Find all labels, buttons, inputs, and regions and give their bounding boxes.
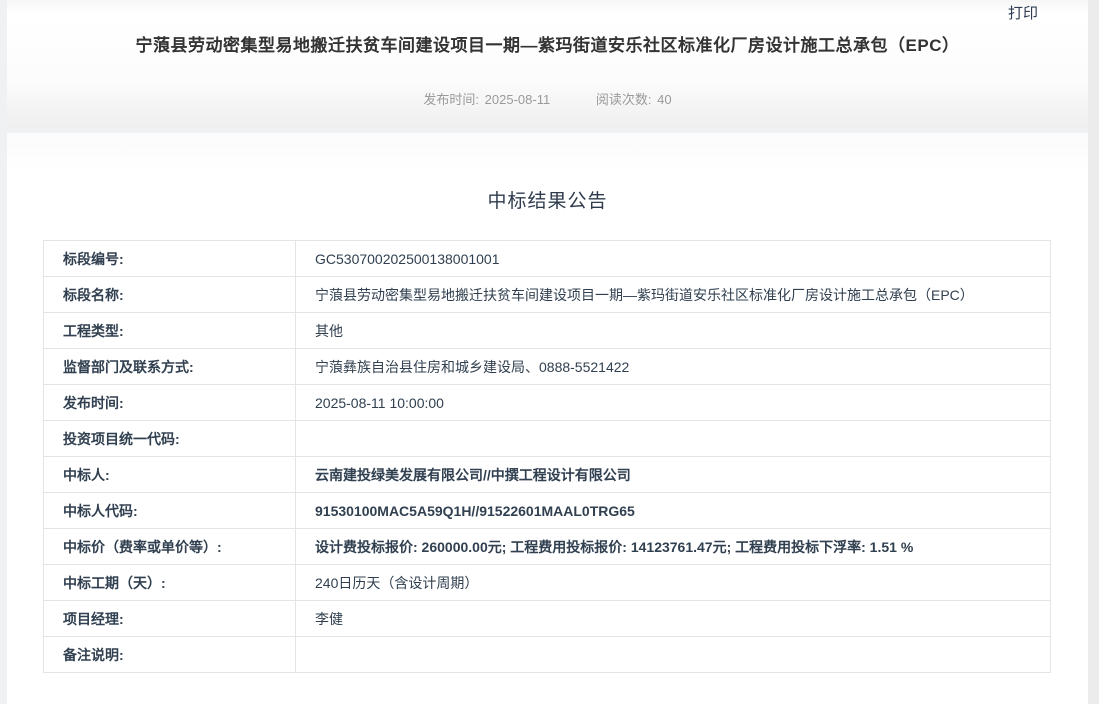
meta-row: 发布时间: 2025-08-11 阅读次数: 40 — [7, 89, 1088, 108]
field-label: 工程类型: — [44, 313, 296, 349]
page-title: 宁蒗县劳动密集型易地搬迁扶贫车间建设项目一期—紫玛街道安乐社区标准化厂房设计施工… — [136, 31, 960, 56]
field-value — [296, 637, 1051, 673]
field-value: 宁蒗彝族自治县住房和城乡建设局、0888-5521422 — [296, 349, 1051, 385]
field-value: 2025-08-11 10:00:00 — [296, 385, 1051, 421]
publish-time-value: 2025-08-11 — [485, 92, 551, 107]
table-row-winning-price: 中标价（费率或单价等）: 设计费投标报价: 260000.00元; 工程费用投标… — [44, 529, 1051, 565]
view-count-label: 阅读次数: — [596, 92, 652, 107]
announcement-body: 中标结果公告 标段编号: GC530700202500138001001 标段名… — [7, 133, 1088, 704]
field-value: 91530100MAC5A59Q1H//91522601MAAL0TRG65 — [296, 493, 1051, 529]
table-row-duration: 中标工期（天）: 240日历天（含设计周期） — [44, 565, 1051, 601]
field-value: 240日历天（含设计周期） — [296, 565, 1051, 601]
table-row-section-name: 标段名称: 宁蒗县劳动密集型易地搬迁扶贫车间建设项目一期—紫玛街道安乐社区标准化… — [44, 277, 1051, 313]
field-value: GC530700202500138001001 — [296, 241, 1051, 277]
table-row-investment-code: 投资项目统一代码: — [44, 421, 1051, 457]
field-value: 李健 — [296, 601, 1051, 637]
field-label: 标段名称: — [44, 277, 296, 313]
field-label: 中标人: — [44, 457, 296, 493]
table-row-winner: 中标人: 云南建投绿美发展有限公司//中撰工程设计有限公司 — [44, 457, 1051, 493]
table-row-project-manager: 项目经理: 李健 — [44, 601, 1051, 637]
scrollbar-track[interactable] — [1088, 0, 1099, 704]
table-row-supervisor-contact: 监督部门及联系方式: 宁蒗彝族自治县住房和城乡建设局、0888-5521422 — [44, 349, 1051, 385]
field-label: 投资项目统一代码: — [44, 421, 296, 457]
field-value — [296, 421, 1051, 457]
table-row-section-code: 标段编号: GC530700202500138001001 — [44, 241, 1051, 277]
field-label: 中标人代码: — [44, 493, 296, 529]
announcement-page: 宁蒗县劳动密集型易地搬迁扶贫车间建设项目一期—紫玛街道安乐社区标准化厂房设计施工… — [0, 0, 1099, 704]
field-value: 云南建投绿美发展有限公司//中撰工程设计有限公司 — [296, 457, 1051, 493]
field-value: 其他 — [296, 313, 1051, 349]
view-count-value: 40 — [657, 92, 671, 107]
print-button[interactable]: 打印 — [1008, 2, 1038, 23]
field-value: 设计费投标报价: 260000.00元; 工程费用投标报价: 14123761.… — [296, 529, 1051, 565]
field-label: 发布时间: — [44, 385, 296, 421]
field-label: 监督部门及联系方式: — [44, 349, 296, 385]
announcement-header: 宁蒗县劳动密集型易地搬迁扶贫车间建设项目一期—紫玛街道安乐社区标准化厂房设计施工… — [7, 0, 1088, 128]
header-title-row: 宁蒗县劳动密集型易地搬迁扶贫车间建设项目一期—紫玛街道安乐社区标准化厂房设计施工… — [7, 0, 1088, 56]
table-row-publish-time: 发布时间: 2025-08-11 10:00:00 — [44, 385, 1051, 421]
publish-time: 发布时间: 2025-08-11 — [423, 89, 550, 108]
field-label: 备注说明: — [44, 637, 296, 673]
table-row-winner-code: 中标人代码: 91530100MAC5A59Q1H//91522601MAAL0… — [44, 493, 1051, 529]
table-row-project-type: 工程类型: 其他 — [44, 313, 1051, 349]
field-label: 标段编号: — [44, 241, 296, 277]
field-label: 中标工期（天）: — [44, 565, 296, 601]
field-label: 项目经理: — [44, 601, 296, 637]
table-row-remarks: 备注说明: — [44, 637, 1051, 673]
announcement-title: 中标结果公告 — [7, 186, 1088, 213]
publish-time-label: 发布时间: — [423, 92, 479, 107]
field-label: 中标价（费率或单价等）: — [44, 529, 296, 565]
field-value: 宁蒗县劳动密集型易地搬迁扶贫车间建设项目一期—紫玛街道安乐社区标准化厂房设计施工… — [296, 277, 1051, 313]
result-table: 标段编号: GC530700202500138001001 标段名称: 宁蒗县劳… — [43, 240, 1051, 673]
view-count: 阅读次数: 40 — [596, 89, 672, 108]
